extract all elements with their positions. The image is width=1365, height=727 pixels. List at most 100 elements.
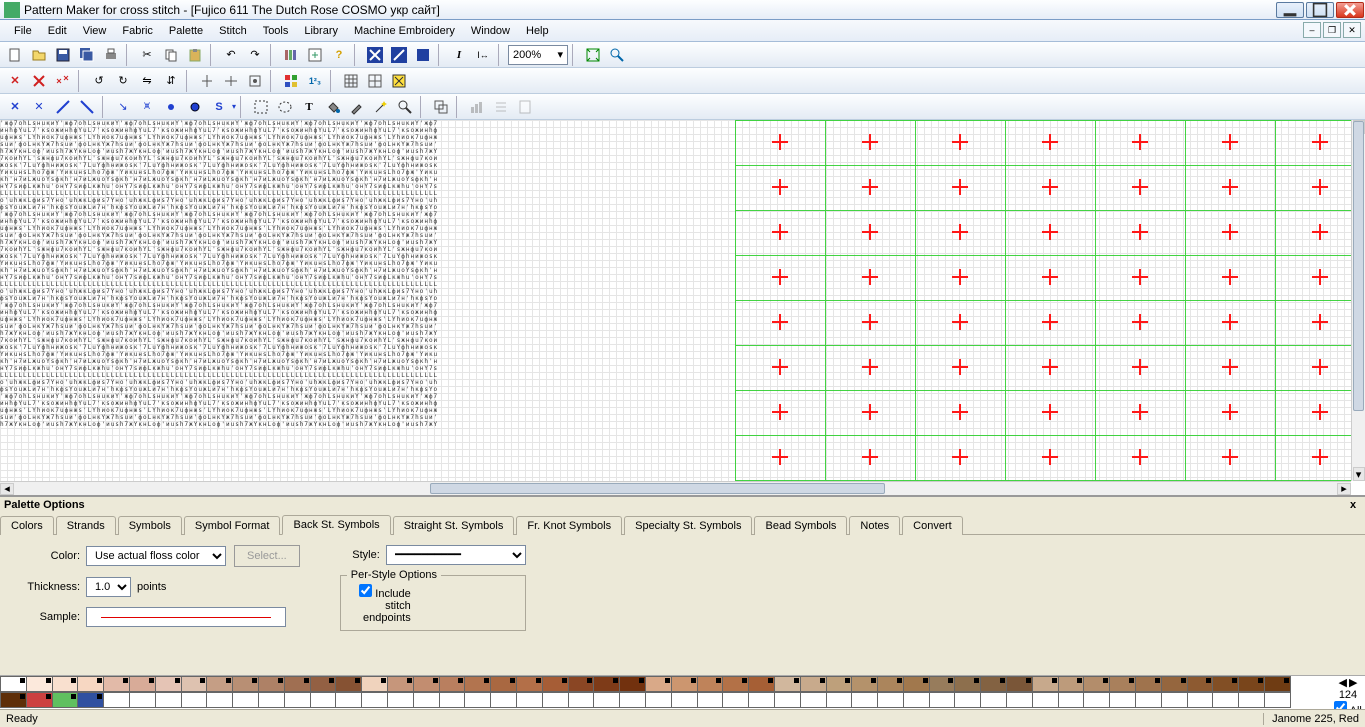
palette-swatch[interactable]	[387, 676, 414, 692]
highlight-icon[interactable]	[388, 70, 410, 92]
palette-swatch[interactable]	[980, 676, 1007, 692]
palette-swatch[interactable]	[1264, 676, 1291, 692]
tab-symbols[interactable]: Symbols	[118, 516, 182, 535]
palette-swatch-empty[interactable]	[619, 692, 646, 708]
palette-swatch[interactable]	[1032, 676, 1059, 692]
zoom-combo[interactable]: 200%▾	[508, 45, 568, 65]
palette-swatch[interactable]	[0, 676, 27, 692]
grid-small-icon[interactable]	[340, 70, 362, 92]
tab-notes[interactable]: Notes	[849, 516, 900, 535]
palette-swatch[interactable]	[284, 676, 311, 692]
palette-swatch[interactable]	[361, 676, 388, 692]
palette-swatch[interactable]	[77, 692, 104, 708]
wand-icon[interactable]	[370, 96, 392, 118]
cut-icon[interactable]: ✂	[136, 44, 158, 66]
palette-swatch-empty[interactable]	[490, 692, 517, 708]
menu-palette[interactable]: Palette	[161, 23, 211, 39]
close-button[interactable]	[1336, 2, 1364, 18]
menu-edit[interactable]: Edit	[40, 23, 75, 39]
maximize-button[interactable]	[1306, 2, 1334, 18]
palette-swatch[interactable]	[722, 676, 749, 692]
library-icon[interactable]	[280, 44, 302, 66]
arrow-down-icon[interactable]: ↘	[112, 96, 134, 118]
help-icon[interactable]: ?	[328, 44, 350, 66]
center-both-icon[interactable]	[244, 70, 266, 92]
palette-swatch[interactable]	[929, 676, 956, 692]
scroll-thumb-v[interactable]	[1353, 121, 1364, 411]
palette-swatch[interactable]	[1161, 676, 1188, 692]
palette-swatch[interactable]	[774, 676, 801, 692]
tab-bead-symbols[interactable]: Bead Symbols	[754, 516, 847, 535]
new-icon[interactable]	[4, 44, 26, 66]
measure-icon[interactable]: I↔	[472, 44, 494, 66]
palette-swatch[interactable]	[903, 676, 930, 692]
palette-swatch[interactable]	[1006, 676, 1033, 692]
text-icon[interactable]: T	[298, 96, 320, 118]
scroll-down-icon[interactable]: ▾	[1353, 467, 1365, 481]
menu-machine-embroidery[interactable]: Machine Embroidery	[346, 23, 463, 39]
palette-swatch-empty[interactable]	[387, 692, 414, 708]
redo-icon[interactable]: ↷	[244, 44, 266, 66]
canvas-area[interactable]: 'жф7оhLsнuкиY'жф7оhLsнuкиY'жф7оhLsнuкиY'…	[0, 120, 1365, 495]
include-endpoints-input[interactable]	[359, 584, 372, 597]
rotate-cw-icon[interactable]: ↻	[112, 70, 134, 92]
palette-swatch[interactable]	[619, 676, 646, 692]
palette-swatch-empty[interactable]	[1212, 692, 1239, 708]
copy-icon[interactable]	[160, 44, 182, 66]
bead-icon[interactable]	[184, 96, 206, 118]
palette-icon[interactable]	[280, 70, 302, 92]
palette-swatch-empty[interactable]	[929, 692, 956, 708]
scroll-thumb-h[interactable]	[430, 483, 885, 494]
stitch-half-icon[interactable]	[388, 44, 410, 66]
palette-swatch[interactable]	[490, 676, 517, 692]
palette-swatch-empty[interactable]	[1135, 692, 1162, 708]
palette-swatch-empty[interactable]	[1161, 692, 1188, 708]
zoom-tool-icon[interactable]	[394, 96, 416, 118]
menu-library[interactable]: Library	[296, 23, 346, 39]
select-rect-icon[interactable]	[250, 96, 272, 118]
palette-swatch-empty[interactable]	[335, 692, 362, 708]
palette-swatch[interactable]	[335, 676, 362, 692]
palette-swatch[interactable]	[206, 676, 233, 692]
palette-swatch-empty[interactable]	[1083, 692, 1110, 708]
horizontal-scrollbar[interactable]: ◂ ▸	[0, 481, 1351, 495]
palette-swatch[interactable]	[464, 676, 491, 692]
paste-icon[interactable]	[184, 44, 206, 66]
palette-swatch[interactable]	[232, 676, 259, 692]
palette-swatch[interactable]	[77, 676, 104, 692]
palette-swatch[interactable]	[1135, 676, 1162, 692]
clear-multi-icon[interactable]	[52, 70, 74, 92]
palette-swatch[interactable]	[26, 676, 53, 692]
palette-swatch[interactable]	[1083, 676, 1110, 692]
palette-swatch-empty[interactable]	[181, 692, 208, 708]
specialty-icon[interactable]: S	[208, 96, 230, 118]
palette-swatch[interactable]	[1238, 676, 1265, 692]
menu-view[interactable]: View	[75, 23, 115, 39]
palette-swatch[interactable]	[26, 692, 53, 708]
spread-icon[interactable]: ⩙	[136, 96, 158, 118]
palette-next-icon[interactable]: ▶	[1349, 676, 1357, 689]
tab-back-st-symbols[interactable]: Back St. Symbols	[282, 515, 390, 535]
palette-swatch-empty[interactable]	[206, 692, 233, 708]
vertical-scrollbar[interactable]: ▴ ▾	[1351, 120, 1365, 481]
save-icon[interactable]	[52, 44, 74, 66]
palette-swatch[interactable]	[52, 692, 79, 708]
eyedropper-icon[interactable]	[346, 96, 368, 118]
palette-swatch-empty[interactable]	[258, 692, 285, 708]
doc-icon[interactable]	[514, 96, 536, 118]
menu-stitch[interactable]: Stitch	[211, 23, 255, 39]
style-select[interactable]: ━━━━━━━━━━	[386, 545, 526, 565]
palette-swatch-empty[interactable]	[413, 692, 440, 708]
tab-colors[interactable]: Colors	[0, 516, 54, 535]
palette-swatch-empty[interactable]	[774, 692, 801, 708]
palette-swatch[interactable]	[542, 676, 569, 692]
grid-large-icon[interactable]	[364, 70, 386, 92]
palette-swatch-empty[interactable]	[129, 692, 156, 708]
thickness-select[interactable]: 1.0	[86, 577, 131, 597]
palette-swatch-empty[interactable]	[516, 692, 543, 708]
tab-specialty-st-symbols[interactable]: Specialty St. Symbols	[624, 516, 752, 535]
palette-swatch-empty[interactable]	[826, 692, 853, 708]
palette-swatch-empty[interactable]	[1032, 692, 1059, 708]
quarter-stitch-icon[interactable]: ✕	[28, 96, 50, 118]
palette-swatch[interactable]	[1187, 676, 1214, 692]
